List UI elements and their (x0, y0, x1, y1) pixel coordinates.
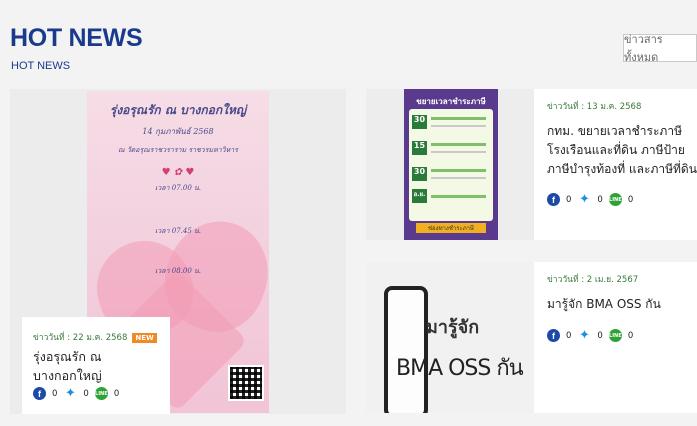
section-title: HOT NEWS (10, 24, 143, 52)
news-date-tax: ข่าววันที่ : 13 ม.ค. 2568 (547, 102, 642, 112)
line-icon[interactable]: LINE (608, 329, 622, 342)
news-share-bar-bma-oss: f0 ✦ 0 LINE 0 (547, 328, 697, 343)
tax-row-4: อ.ย. (412, 189, 427, 203)
tax-infographic-body: 30 15 30 อ.ย. (409, 109, 493, 221)
poster-date: 14 กุมภาพันธ์ 2568 (142, 127, 214, 136)
news-headline-tax[interactable]: กทม. ขยายเวลาชำระภาษีโรงเรือนและที่ดิน ภ… (547, 122, 697, 179)
facebook-icon[interactable]: f (547, 329, 560, 342)
news-thumb-tax[interactable]: ขยายเวลาชำระภาษี 30 15 30 อ.ย. ช่องทางชำ… (366, 89, 534, 240)
thumb-subtitle: BMA OSS กัน (396, 356, 524, 381)
facebook-count: 0 (52, 388, 58, 399)
section-subtitle: HOT NEWS (11, 60, 71, 72)
facebook-count: 0 (566, 194, 572, 205)
tax-infographic-title: ขยายเวลาชำระภาษี (416, 97, 486, 106)
featured-headline[interactable]: รุ่งอรุณรัก ณ บางกอกใหญ่ (33, 347, 170, 385)
poster-venue: ณ วัดอรุณราชวราราม ราชวรมหาวิหาร (118, 146, 238, 154)
featured-news-card[interactable]: รุ่งอรุณรัก ณ บางกอกใหญ่ 14 กุมภาพันธ์ 2… (10, 89, 346, 414)
twitter-count: 0 (83, 388, 89, 399)
poster-hearts-icon: ♥ ✿ ♥ (161, 167, 195, 178)
tax-row-1: 30 (412, 115, 427, 129)
news-text-bma-oss: ข่าววันที่ : 2 เม.ย. 2567 มารู้จัก BMA O… (547, 272, 697, 343)
thumb-title: มารู้จัก (426, 317, 480, 338)
news-date-bma-oss: ข่าววันที่ : 2 เม.ย. 2567 (547, 275, 639, 285)
poster-time-3: เวลา 08.00 น. (154, 267, 202, 275)
poster-time-1: เวลา 07.00 น. (154, 184, 202, 192)
hot-news-section: HOT NEWS HOT NEWS ข่าวสารทั้งหมด รุ่งอรุ… (0, 0, 697, 426)
facebook-count: 0 (566, 330, 572, 341)
featured-share-bar: f0 ✦ 0 LINE 0 (33, 386, 120, 401)
line-count: 0 (627, 330, 634, 341)
poster-qr-code (228, 365, 264, 401)
twitter-icon[interactable]: ✦ (577, 192, 591, 207)
facebook-icon[interactable]: f (33, 387, 46, 400)
twitter-icon[interactable]: ✦ (63, 386, 77, 401)
new-badge: NEW (132, 333, 157, 343)
twitter-count: 0 (597, 330, 603, 341)
news-thumb-bma-oss[interactable]: มารู้จัก BMA OSS กัน (366, 262, 534, 413)
line-count: 0 (113, 388, 120, 399)
tax-row-bars (431, 117, 486, 201)
news-share-bar-tax: f0 ✦ 0 LINE 0 (547, 192, 697, 207)
tax-row-2: 15 (412, 141, 427, 155)
line-icon[interactable]: LINE (608, 193, 622, 206)
poster-title: รุ่งอรุณรัก ณ บางกอกใหญ่ (109, 103, 247, 117)
featured-date: ข่าววันที่ : 22 ม.ค. 2568 (33, 333, 128, 343)
all-news-button[interactable]: ข่าวสารทั้งหมด (623, 33, 697, 64)
tax-infographic-footer: ช่องทางชำระภาษี (416, 223, 486, 233)
tax-infographic: ขยายเวลาชำระภาษี 30 15 30 อ.ย. ช่องทางชำ… (404, 89, 498, 240)
line-count: 0 (627, 194, 634, 205)
line-icon[interactable]: LINE (94, 387, 108, 400)
poster-time-2: เวลา 07.45 น. (154, 227, 202, 235)
tax-row-3: 30 (412, 167, 427, 181)
news-text-tax: ข่าววันที่ : 13 ม.ค. 2568 กทม. ขยายเวลาช… (547, 99, 697, 207)
featured-news-panel: ข่าววันที่ : 22 ม.ค. 2568 NEW รุ่งอรุณรัก… (22, 317, 170, 414)
news-headline-bma-oss[interactable]: มารู้จัก BMA OSS กัน (547, 295, 697, 314)
facebook-icon[interactable]: f (547, 193, 560, 206)
twitter-icon[interactable]: ✦ (577, 328, 591, 343)
news-card-tax[interactable]: ขยายเวลาชำระภาษี 30 15 30 อ.ย. ช่องทางชำ… (366, 89, 697, 240)
news-card-bma-oss[interactable]: มารู้จัก BMA OSS กัน ข่าววันที่ : 2 เม.ย… (366, 262, 697, 413)
twitter-count: 0 (597, 194, 603, 205)
